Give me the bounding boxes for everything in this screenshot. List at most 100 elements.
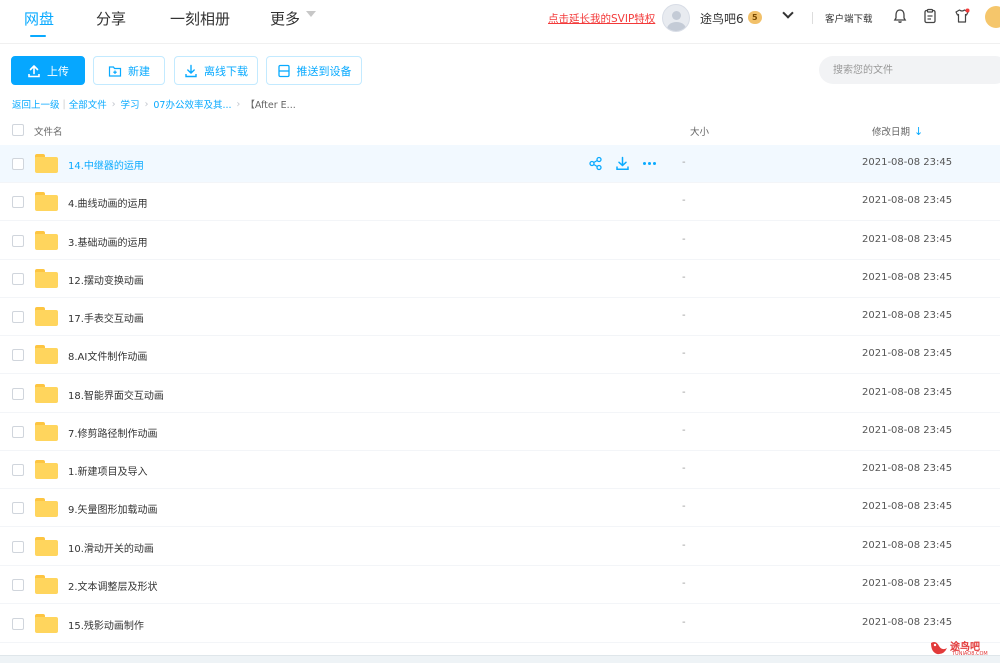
file-name[interactable]: 18.智能界面交互动画 — [68, 387, 164, 402]
row-checkbox[interactable] — [12, 349, 24, 361]
table-row[interactable]: 2.文本调整层及形状 - 2021-08-08 23:45 — [0, 566, 1000, 604]
sort-down-icon[interactable]: ↓ — [914, 125, 923, 138]
table-row[interactable]: 8.AI文件制作动画 - 2021-08-08 23:45 — [0, 336, 1000, 374]
row-checkbox[interactable] — [12, 158, 24, 170]
breadcrumb-item[interactable]: 07办公效率及其... — [153, 97, 231, 111]
breadcrumb-item[interactable]: 学习 — [121, 97, 140, 111]
file-date: 2021-08-08 23:45 — [862, 195, 953, 206]
upload-icon — [28, 64, 40, 77]
column-date-header[interactable]: 修改日期 ↓ — [872, 124, 923, 138]
file-name[interactable]: 1.新建项目及导入 — [68, 463, 148, 478]
file-name[interactable]: 8.AI文件制作动画 — [68, 348, 147, 363]
file-name[interactable]: 10.滑动开关的动画 — [68, 540, 154, 555]
file-name[interactable]: 17.手表交互动画 — [68, 310, 144, 325]
tab-netdisk[interactable]: 网盘 — [24, 8, 54, 29]
file-name[interactable]: 4.曲线动画的运用 — [68, 195, 148, 210]
profile-avatar-icon[interactable] — [985, 6, 1000, 28]
file-date: 2021-08-08 23:45 — [862, 387, 953, 398]
file-date: 2021-08-08 23:45 — [862, 501, 953, 512]
search-box[interactable] — [819, 56, 1000, 84]
file-size: - — [682, 310, 686, 321]
file-date: 2021-08-08 23:45 — [862, 348, 953, 359]
all-files-link[interactable]: 全部文件 — [69, 97, 107, 111]
new-folder-button[interactable]: 新建 — [93, 56, 165, 85]
svip-promo-link[interactable]: 点击延长我的SVIP特权 — [548, 11, 655, 26]
table-row[interactable]: 9.矢量图形加载动画 - 2021-08-08 23:45 — [0, 489, 1000, 527]
row-checkbox[interactable] — [12, 502, 24, 514]
folder-icon — [35, 498, 58, 517]
file-name[interactable]: 15.残影动画制作 — [68, 617, 144, 632]
clipboard-icon[interactable] — [922, 8, 938, 24]
row-checkbox[interactable] — [12, 426, 24, 438]
folder-icon — [35, 614, 58, 633]
file-name[interactable]: 14.中继器的运用 — [68, 157, 144, 172]
folder-icon — [35, 192, 58, 211]
push-to-device-button[interactable]: 推送到设备 — [266, 56, 362, 85]
push-to-device-label: 推送到设备 — [296, 64, 352, 78]
file-name[interactable]: 3.基础动画的运用 — [68, 234, 148, 249]
row-checkbox[interactable] — [12, 196, 24, 208]
tshirt-icon[interactable] — [954, 8, 970, 24]
row-checkbox[interactable] — [12, 388, 24, 400]
row-checkbox[interactable] — [12, 235, 24, 247]
user-menu-chevron-icon[interactable] — [782, 7, 794, 19]
chevron-right-icon: › — [144, 98, 149, 110]
file-date: 2021-08-08 23:45 — [862, 157, 953, 168]
table-row[interactable]: 15.残影动画制作 - 2021-08-08 23:45 — [0, 605, 1000, 643]
vip-level-badge: 5 — [748, 11, 762, 24]
table-row[interactable]: 1.新建项目及导入 - 2021-08-08 23:45 — [0, 451, 1000, 489]
table-row[interactable]: 14.中继器的运用 - 2021-08-08 23:45 — [0, 145, 1000, 183]
row-checkbox[interactable] — [12, 618, 24, 630]
taskbar-strip — [0, 655, 1000, 663]
bell-icon[interactable] — [892, 8, 908, 24]
more-chevron-icon[interactable] — [306, 11, 316, 17]
file-date: 2021-08-08 23:45 — [862, 234, 953, 245]
upload-button[interactable]: 上传 — [11, 56, 85, 85]
table-row[interactable]: 12.摆动变换动画 - 2021-08-08 23:45 — [0, 260, 1000, 298]
file-size: - — [682, 425, 686, 436]
select-all-checkbox[interactable] — [12, 124, 24, 136]
client-download-link[interactable]: 客户端下载 — [825, 11, 873, 25]
row-checkbox[interactable] — [12, 579, 24, 591]
column-name-header[interactable]: 文件名 — [34, 124, 63, 138]
row-checkbox[interactable] — [12, 311, 24, 323]
back-link[interactable]: 返回上一级 — [12, 97, 60, 111]
share-icon[interactable] — [588, 156, 603, 171]
username[interactable]: 途鸟吧6 — [700, 10, 744, 27]
avatar[interactable] — [662, 4, 690, 32]
file-date: 2021-08-08 23:45 — [862, 272, 953, 283]
tab-more[interactable]: 更多 — [270, 8, 300, 29]
table-row[interactable]: 3.基础动画的运用 - 2021-08-08 23:45 — [0, 222, 1000, 260]
breadcrumb-current: 【After E... — [245, 100, 296, 111]
row-checkbox[interactable] — [12, 273, 24, 285]
column-date-label: 修改日期 — [872, 127, 911, 138]
file-name[interactable]: 9.矢量图形加载动画 — [68, 501, 158, 516]
download-icon[interactable] — [615, 156, 630, 171]
table-row[interactable]: 17.手表交互动画 - 2021-08-08 23:45 — [0, 298, 1000, 336]
offline-download-button[interactable]: 离线下载 — [174, 56, 258, 85]
bird-logo-icon — [931, 642, 947, 655]
tab-share[interactable]: 分享 — [96, 8, 126, 29]
tab-album[interactable]: 一刻相册 — [170, 8, 230, 29]
table-header: 文件名 大小 修改日期 ↓ — [0, 118, 1000, 144]
file-date: 2021-08-08 23:45 — [862, 425, 953, 436]
file-size: - — [682, 157, 686, 168]
chevron-right-icon: › — [111, 98, 116, 110]
row-checkbox[interactable] — [12, 464, 24, 476]
table-row[interactable]: 4.曲线动画的运用 - 2021-08-08 23:45 — [0, 183, 1000, 221]
folder-icon — [35, 345, 58, 364]
file-name[interactable]: 7.修剪路径制作动画 — [68, 425, 158, 440]
table-row[interactable]: 7.修剪路径制作动画 - 2021-08-08 23:45 — [0, 413, 1000, 451]
row-checkbox[interactable] — [12, 541, 24, 553]
column-size-header[interactable]: 大小 — [690, 124, 709, 138]
folder-icon — [35, 269, 58, 288]
table-row[interactable]: 10.滑动开关的动画 - 2021-08-08 23:45 — [0, 528, 1000, 566]
file-name[interactable]: 12.摆动变换动画 — [68, 272, 144, 287]
more-options-icon[interactable] — [642, 156, 657, 171]
table-row[interactable]: 18.智能界面交互动画 - 2021-08-08 23:45 — [0, 375, 1000, 413]
file-name[interactable]: 2.文本调整层及形状 — [68, 578, 158, 593]
search-input[interactable] — [819, 56, 1000, 84]
file-size: - — [682, 578, 686, 589]
active-tab-indicator — [30, 35, 46, 37]
file-size: - — [682, 617, 686, 628]
